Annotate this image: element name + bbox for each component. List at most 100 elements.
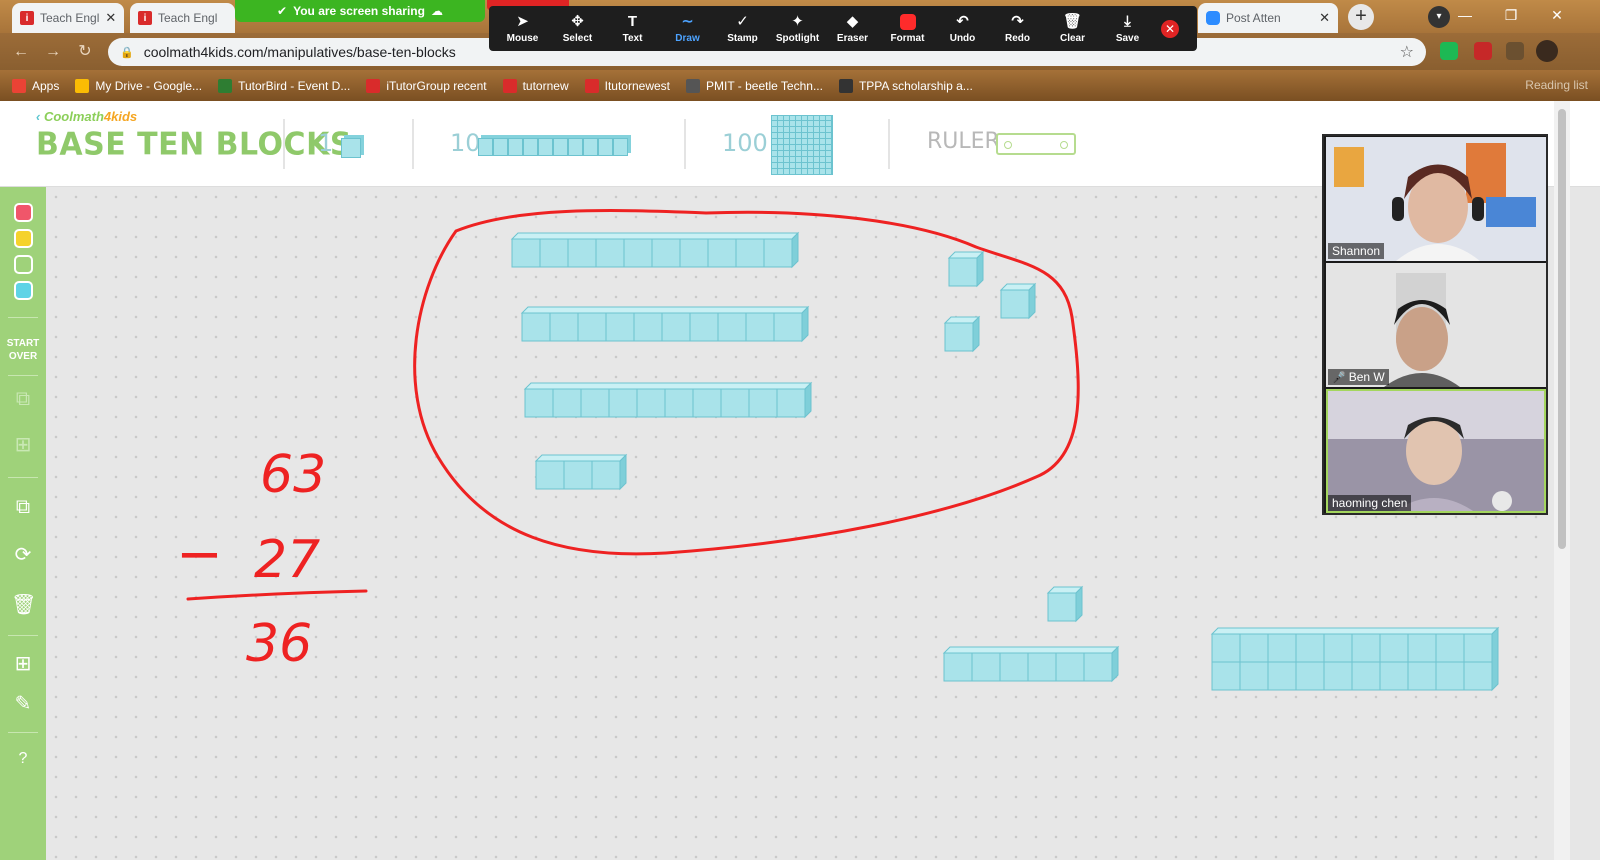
color-swatch-yellow[interactable]	[14, 229, 33, 248]
page-scrollbar[interactable]	[1554, 101, 1570, 860]
participant-name: haoming chen	[1328, 495, 1412, 511]
tool-label: Stamp	[727, 33, 758, 44]
reload-icon[interactable]: ↻	[74, 41, 96, 63]
bookmark-item[interactable]: PMIT - beetle Techn...	[686, 78, 823, 93]
color-swatch-blue[interactable]	[14, 281, 33, 300]
extension-icon[interactable]	[1474, 42, 1492, 60]
bookmark-item[interactable]: Itutornewest	[584, 78, 670, 93]
new-tab-button[interactable]: +	[1348, 4, 1374, 30]
save-icon: ⤓	[1124, 13, 1131, 30]
tens-rod[interactable]	[523, 381, 813, 419]
unit-cube	[1323, 661, 1353, 691]
annotate-tool-stamp[interactable]: ✓ Stamp	[715, 6, 770, 51]
ones-cube[interactable]	[947, 250, 985, 288]
ones-block-tool[interactable]	[341, 138, 361, 158]
close-tab-icon[interactable]: ✕	[105, 10, 116, 26]
help-icon[interactable]: ?	[11, 747, 35, 771]
screen-sharing-banner[interactable]: ✔ You are screen sharing ☁	[235, 0, 485, 22]
partial-rod-three[interactable]	[534, 453, 628, 491]
unit-cube	[1047, 592, 1077, 622]
close-tab-icon[interactable]: ✕	[1319, 10, 1330, 26]
unit-cube	[745, 312, 775, 342]
unit-cube	[664, 388, 694, 418]
back-icon[interactable]: ←	[10, 41, 32, 63]
pencil-icon[interactable]: ✎	[11, 692, 35, 716]
ones-cube[interactable]	[943, 315, 981, 353]
bookmark-favicon-icon	[686, 78, 700, 93]
handwritten-minus-sign: −	[176, 522, 223, 587]
annotate-tool-spotlight[interactable]: ✦ Spotlight	[770, 6, 825, 51]
ones-cube[interactable]	[999, 282, 1037, 320]
bookmark-item[interactable]: iTutorGroup recent	[366, 78, 487, 93]
block-top-face	[942, 646, 1120, 654]
extension-icon[interactable]	[1440, 42, 1458, 60]
annotate-tool-mouse[interactable]: ➤ Mouse	[495, 6, 550, 51]
annotate-tool-undo[interactable]: ↶ Undo	[935, 6, 990, 51]
restore-window-icon[interactable]: ❐	[1488, 0, 1534, 30]
color-swatch-red[interactable]	[14, 203, 33, 222]
extensions-puzzle-icon[interactable]	[1506, 42, 1524, 60]
bookmark-item[interactable]: My Drive - Google...	[75, 78, 202, 93]
coolmath-back-link[interactable]: ‹ Coolmath4kids	[36, 109, 137, 124]
annotate-tool-text[interactable]: T Text	[605, 6, 660, 51]
video-tile[interactable]: 🎤 Ben W	[1326, 263, 1546, 387]
hundreds-flat-tool[interactable]	[771, 115, 833, 175]
bookmark-label: Apps	[32, 78, 60, 93]
unit-cube	[1295, 661, 1325, 691]
tens-rod[interactable]	[510, 231, 800, 269]
video-tile-active-speaker[interactable]: haoming chen	[1326, 389, 1546, 513]
tab-title: Teach Engl	[40, 11, 100, 25]
color-swatch-green[interactable]	[14, 255, 33, 274]
browser-tab[interactable]: i Teach Engl	[130, 3, 235, 33]
block-side-face	[976, 250, 984, 288]
annotate-tool-select[interactable]: ✥ Select	[550, 6, 605, 51]
url-text: coolmath4kids.com/manipulatives/base-ten…	[143, 44, 456, 60]
bookmark-star-icon[interactable]: ☆	[1400, 42, 1414, 62]
bookmark-item[interactable]: tutornew	[502, 78, 569, 93]
browser-tab[interactable]: i Teach Engl ✕	[12, 3, 124, 33]
start-over-button[interactable]: START OVER	[0, 337, 46, 363]
annotate-tool-clear[interactable]: 🗑 Clear	[1045, 6, 1100, 51]
bookmark-item[interactable]: TPPA scholarship a...	[838, 78, 973, 93]
annotate-tool-eraser[interactable]: ◆ Eraser	[825, 6, 880, 51]
ruler-tool[interactable]	[996, 133, 1076, 155]
annotate-tool-format[interactable]: Format	[880, 6, 935, 51]
unit-cube	[524, 388, 554, 418]
bookmark-item[interactable]: Apps	[12, 78, 60, 93]
browser-tab[interactable]: Post Atten ✕	[1198, 3, 1338, 33]
video-tile[interactable]: Shannon	[1326, 137, 1546, 261]
duplicate-icon[interactable]: ⧉	[11, 495, 35, 519]
close-annotate-icon[interactable]: ✕	[1161, 19, 1179, 38]
unit-cube	[636, 388, 666, 418]
ungroup-icon[interactable]: ⊞	[11, 433, 35, 457]
group-icon[interactable]: ⧉	[11, 387, 35, 411]
bookmark-item[interactable]: TutorBird - Event D...	[218, 78, 350, 93]
annotate-tool-redo[interactable]: ↷ Redo	[990, 6, 1045, 51]
unit-cube	[763, 238, 793, 268]
calculator-icon[interactable]: ⊞	[11, 652, 35, 676]
partial-rod-six[interactable]	[942, 645, 1120, 683]
text-icon: T	[627, 13, 638, 30]
ones-cube[interactable]	[1046, 585, 1084, 623]
profile-avatar[interactable]	[1536, 40, 1558, 62]
tens-rod-tool[interactable]	[478, 138, 628, 156]
unit-cube	[633, 312, 663, 342]
minimize-window-icon[interactable]: —	[1442, 0, 1488, 30]
block-top-face	[520, 306, 810, 314]
double-tens-rods[interactable]	[1210, 626, 1500, 692]
rotate-icon[interactable]: ⟳	[11, 543, 35, 567]
unit-cube	[580, 388, 610, 418]
tens-rod[interactable]	[520, 305, 810, 343]
block-side-face	[804, 381, 812, 419]
forward-icon[interactable]: →	[42, 41, 64, 63]
block-side-face	[801, 305, 809, 343]
annotate-tool-draw[interactable]: ∼ Draw	[660, 6, 715, 51]
apps-grid-icon	[12, 78, 26, 93]
unit-cube	[948, 257, 978, 287]
annotate-tool-save[interactable]: ⤓ Save	[1100, 6, 1155, 51]
close-window-icon[interactable]: ✕	[1534, 0, 1580, 30]
trash-icon[interactable]: 🗑	[11, 593, 36, 617]
scroll-thumb[interactable]	[1558, 109, 1566, 549]
reading-list-button[interactable]: Reading list	[1525, 78, 1588, 92]
unit-cube	[1027, 652, 1057, 682]
